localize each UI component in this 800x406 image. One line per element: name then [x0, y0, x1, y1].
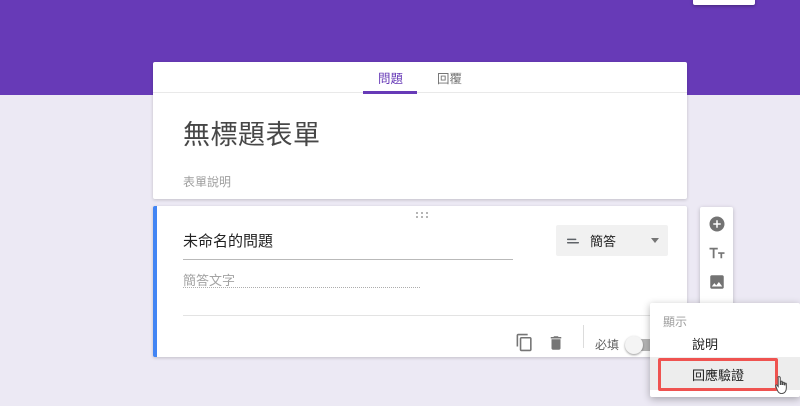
tab-responses[interactable]: 回覆 — [437, 62, 462, 93]
form-title-card: 問題 回覆 無標題表單 表單說明 — [153, 62, 687, 199]
side-toolbar — [700, 207, 733, 307]
required-label: 必填 — [595, 338, 620, 352]
add-question-icon[interactable] — [708, 215, 726, 233]
hand-cursor-icon — [771, 375, 791, 403]
drag-handle-icon[interactable] — [416, 212, 428, 218]
forms-editor-page: 問題 回覆 無標題表單 表單說明 未命名的問題 簡答 簡答文字 必填 顯示 說明… — [0, 0, 800, 406]
tab-responses-label: 回覆 — [437, 71, 463, 86]
question-type-label: 簡答 — [590, 234, 617, 249]
send-button[interactable] — [693, 0, 755, 5]
form-title-input[interactable]: 無標題表單 — [183, 113, 657, 152]
tab-questions[interactable]: 問題 — [363, 62, 418, 94]
annotation-highlight-box — [658, 358, 778, 391]
question-type-dropdown[interactable]: 簡答 — [556, 225, 668, 256]
required-toggle-thumb — [625, 336, 643, 354]
footer-separator — [583, 325, 584, 348]
menu-header: 顯示 — [663, 315, 688, 329]
tab-questions-label: 問題 — [377, 71, 403, 86]
question-footer-divider — [183, 315, 657, 316]
add-title-text-icon[interactable] — [708, 244, 726, 262]
menu-item-description[interactable]: 說明 — [692, 334, 718, 353]
delete-question-button[interactable] — [547, 334, 567, 354]
answer-underline — [183, 287, 420, 288]
question-title-input[interactable]: 未命名的問題 — [183, 230, 513, 260]
short-answer-icon — [565, 233, 581, 249]
show-options-menu: 顯示 說明 回應驗證 — [650, 303, 800, 397]
add-image-icon[interactable] — [708, 273, 726, 291]
form-title-section: 無標題表單 表單說明 — [153, 93, 687, 190]
tab-bar: 問題 回覆 — [153, 62, 687, 94]
active-tab-underline — [363, 90, 418, 94]
chevron-down-icon — [651, 238, 659, 243]
question-card[interactable]: 未命名的問題 簡答 簡答文字 必填 — [153, 206, 687, 357]
duplicate-question-button[interactable] — [515, 333, 535, 353]
form-description-input[interactable]: 表單說明 — [183, 173, 657, 190]
